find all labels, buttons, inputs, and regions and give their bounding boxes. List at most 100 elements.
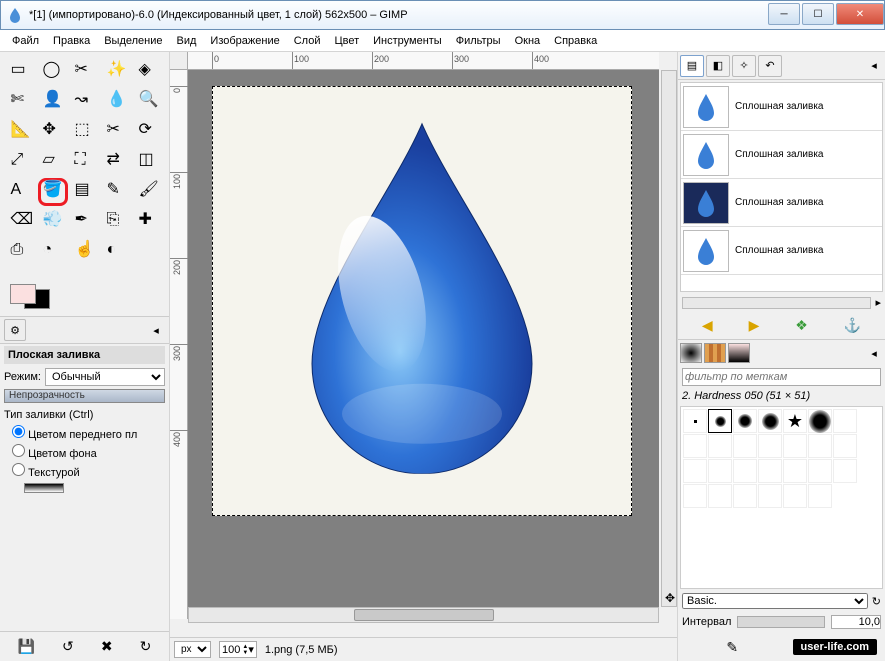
tool-foreground[interactable]: 👤 — [38, 88, 68, 116]
brush-grid[interactable]: ★ — [680, 406, 883, 589]
pattern-tab[interactable] — [704, 343, 726, 363]
pattern-preview[interactable] — [24, 483, 64, 493]
fg-color[interactable] — [10, 284, 36, 304]
brush-tex16[interactable] — [758, 484, 782, 508]
brush-tex2[interactable] — [758, 434, 782, 458]
reset-preset-icon[interactable]: ↻ — [140, 638, 152, 655]
channels-tab[interactable]: ◧ — [706, 55, 730, 77]
brush-tex13[interactable] — [683, 484, 707, 508]
layers-tab-menu[interactable]: ◂ — [865, 59, 883, 72]
brush-dots[interactable] — [708, 434, 732, 458]
tool-dodge[interactable]: ◐ — [102, 238, 132, 266]
brush-tex4[interactable] — [808, 434, 832, 458]
brush-tex9[interactable] — [758, 459, 782, 483]
tool-perspective-clone[interactable]: ⎙ — [6, 238, 36, 266]
tool-cage[interactable]: ◫ — [134, 148, 164, 176]
tool-pencil[interactable]: ✎ — [102, 178, 132, 206]
tool-free-select[interactable]: ✂ — [70, 58, 100, 86]
brush-tex6[interactable] — [683, 459, 707, 483]
menu-layer[interactable]: Слой — [288, 33, 327, 49]
tool-color-select[interactable]: ◈ — [134, 58, 164, 86]
tool-blur[interactable]: ◔ — [38, 238, 68, 266]
tool-blend[interactable]: ▤ — [70, 178, 100, 206]
opacity-slider[interactable]: Непрозрачность — [4, 389, 165, 403]
tool-clone[interactable]: ⎘ — [102, 208, 132, 236]
tool-zoom[interactable]: 🔍 — [134, 88, 164, 116]
brush-tex12[interactable] — [833, 459, 857, 483]
brush-tex10[interactable] — [783, 459, 807, 483]
brush-preset-select[interactable]: Basic. — [682, 593, 868, 609]
menu-windows[interactable]: Окна — [509, 33, 547, 49]
save-preset-icon[interactable]: 💾 — [18, 638, 35, 655]
tool-ink[interactable]: ✒ — [70, 208, 100, 236]
tool-heal[interactable]: ✚ — [134, 208, 164, 236]
layers-hscroll[interactable] — [682, 297, 871, 309]
brush-big[interactable] — [758, 409, 782, 433]
menu-select[interactable]: Выделение — [98, 33, 168, 49]
menu-view[interactable]: Вид — [171, 33, 203, 49]
horizontal-ruler[interactable]: 0100200300400 — [188, 52, 659, 70]
paths-tab[interactable]: ✧ — [732, 55, 756, 77]
layer-row[interactable]: Сплошная заливка — [681, 83, 882, 131]
brush-tex11[interactable] — [808, 459, 832, 483]
tool-perspective[interactable]: ⛶ — [70, 148, 100, 176]
gradient-tab[interactable] — [728, 343, 750, 363]
canvas[interactable] — [212, 86, 632, 516]
brush-tex14[interactable] — [708, 484, 732, 508]
menu-help[interactable]: Справка — [548, 33, 603, 49]
tool-rect-select[interactable]: ▭ — [6, 58, 36, 86]
mode-select[interactable]: Обычный — [45, 368, 165, 386]
tool-paintbrush[interactable]: 🖌 — [134, 178, 164, 206]
tool-ellipse-select[interactable]: ◯ — [38, 58, 68, 86]
brush-tex5[interactable] — [833, 434, 857, 458]
nav-icon[interactable]: ✥ — [665, 591, 675, 605]
tool-scale[interactable]: ⤢ — [6, 148, 36, 176]
brush-pix[interactable] — [683, 409, 707, 433]
tab-menu-arrow[interactable]: ◂ — [147, 324, 165, 337]
minimize-button[interactable]: ─ — [768, 3, 800, 25]
tool-move[interactable]: ✥ — [38, 118, 68, 146]
delete-preset-icon[interactable]: ✖ — [101, 638, 113, 655]
tool-align[interactable]: ⬚ — [70, 118, 100, 146]
brush-tex17[interactable] — [783, 484, 807, 508]
brush-tex[interactable] — [733, 434, 757, 458]
zoom-spinner[interactable]: 100▲▼▾ — [219, 641, 257, 658]
brush-star[interactable]: ★ — [783, 409, 807, 433]
tool-crop[interactable]: ✂ — [102, 118, 132, 146]
layer-down-icon[interactable]: ▶ — [749, 317, 760, 334]
layer-duplicate-icon[interactable]: ❖ — [795, 317, 808, 334]
menu-image[interactable]: Изображение — [204, 33, 285, 49]
brush-preset-refresh-icon[interactable]: ↻ — [872, 595, 881, 608]
menu-edit[interactable]: Правка — [47, 33, 96, 49]
brush-tex8[interactable] — [733, 459, 757, 483]
layer-anchor-icon[interactable]: ⚓ — [844, 317, 861, 334]
tool-text[interactable]: A — [6, 178, 36, 206]
brush-tex7[interactable] — [708, 459, 732, 483]
horizontal-scrollbar[interactable] — [188, 607, 659, 623]
menu-tools[interactable]: Инструменты — [367, 33, 448, 49]
tool-smudge[interactable]: ☝ — [70, 238, 100, 266]
restore-preset-icon[interactable]: ↺ — [62, 638, 74, 655]
brush-tex18[interactable] — [808, 484, 832, 508]
brush-edit-icon[interactable]: ✎ — [726, 639, 738, 656]
tool-eraser[interactable]: ⌫ — [6, 208, 36, 236]
brush-tab-menu[interactable]: ◂ — [865, 347, 883, 360]
interval-slider[interactable] — [737, 616, 825, 628]
tool-airbrush[interactable]: 💨 — [38, 208, 68, 236]
brush-tex3[interactable] — [783, 434, 807, 458]
close-button[interactable]: ✕ — [836, 3, 884, 25]
tool-picker[interactable]: 💧 — [102, 88, 132, 116]
menu-color[interactable]: Цвет — [328, 33, 365, 49]
tool-flip[interactable]: ⇄ — [102, 148, 132, 176]
interval-value[interactable] — [831, 615, 881, 629]
canvas-viewport[interactable] — [188, 70, 659, 607]
brush-tab-1[interactable] — [680, 343, 702, 363]
tool-bucket-fill[interactable]: 🪣 — [38, 178, 68, 206]
brush-spray[interactable] — [833, 409, 857, 433]
vertical-scrollbar[interactable] — [661, 70, 677, 607]
layer-row[interactable]: Сплошная заливка — [681, 179, 882, 227]
brush-soft[interactable] — [708, 409, 732, 433]
layers-tab[interactable]: ▤ — [680, 55, 704, 77]
layer-row[interactable]: Сплошная заливка — [681, 227, 882, 275]
tool-rotate[interactable]: ⟳ — [134, 118, 164, 146]
